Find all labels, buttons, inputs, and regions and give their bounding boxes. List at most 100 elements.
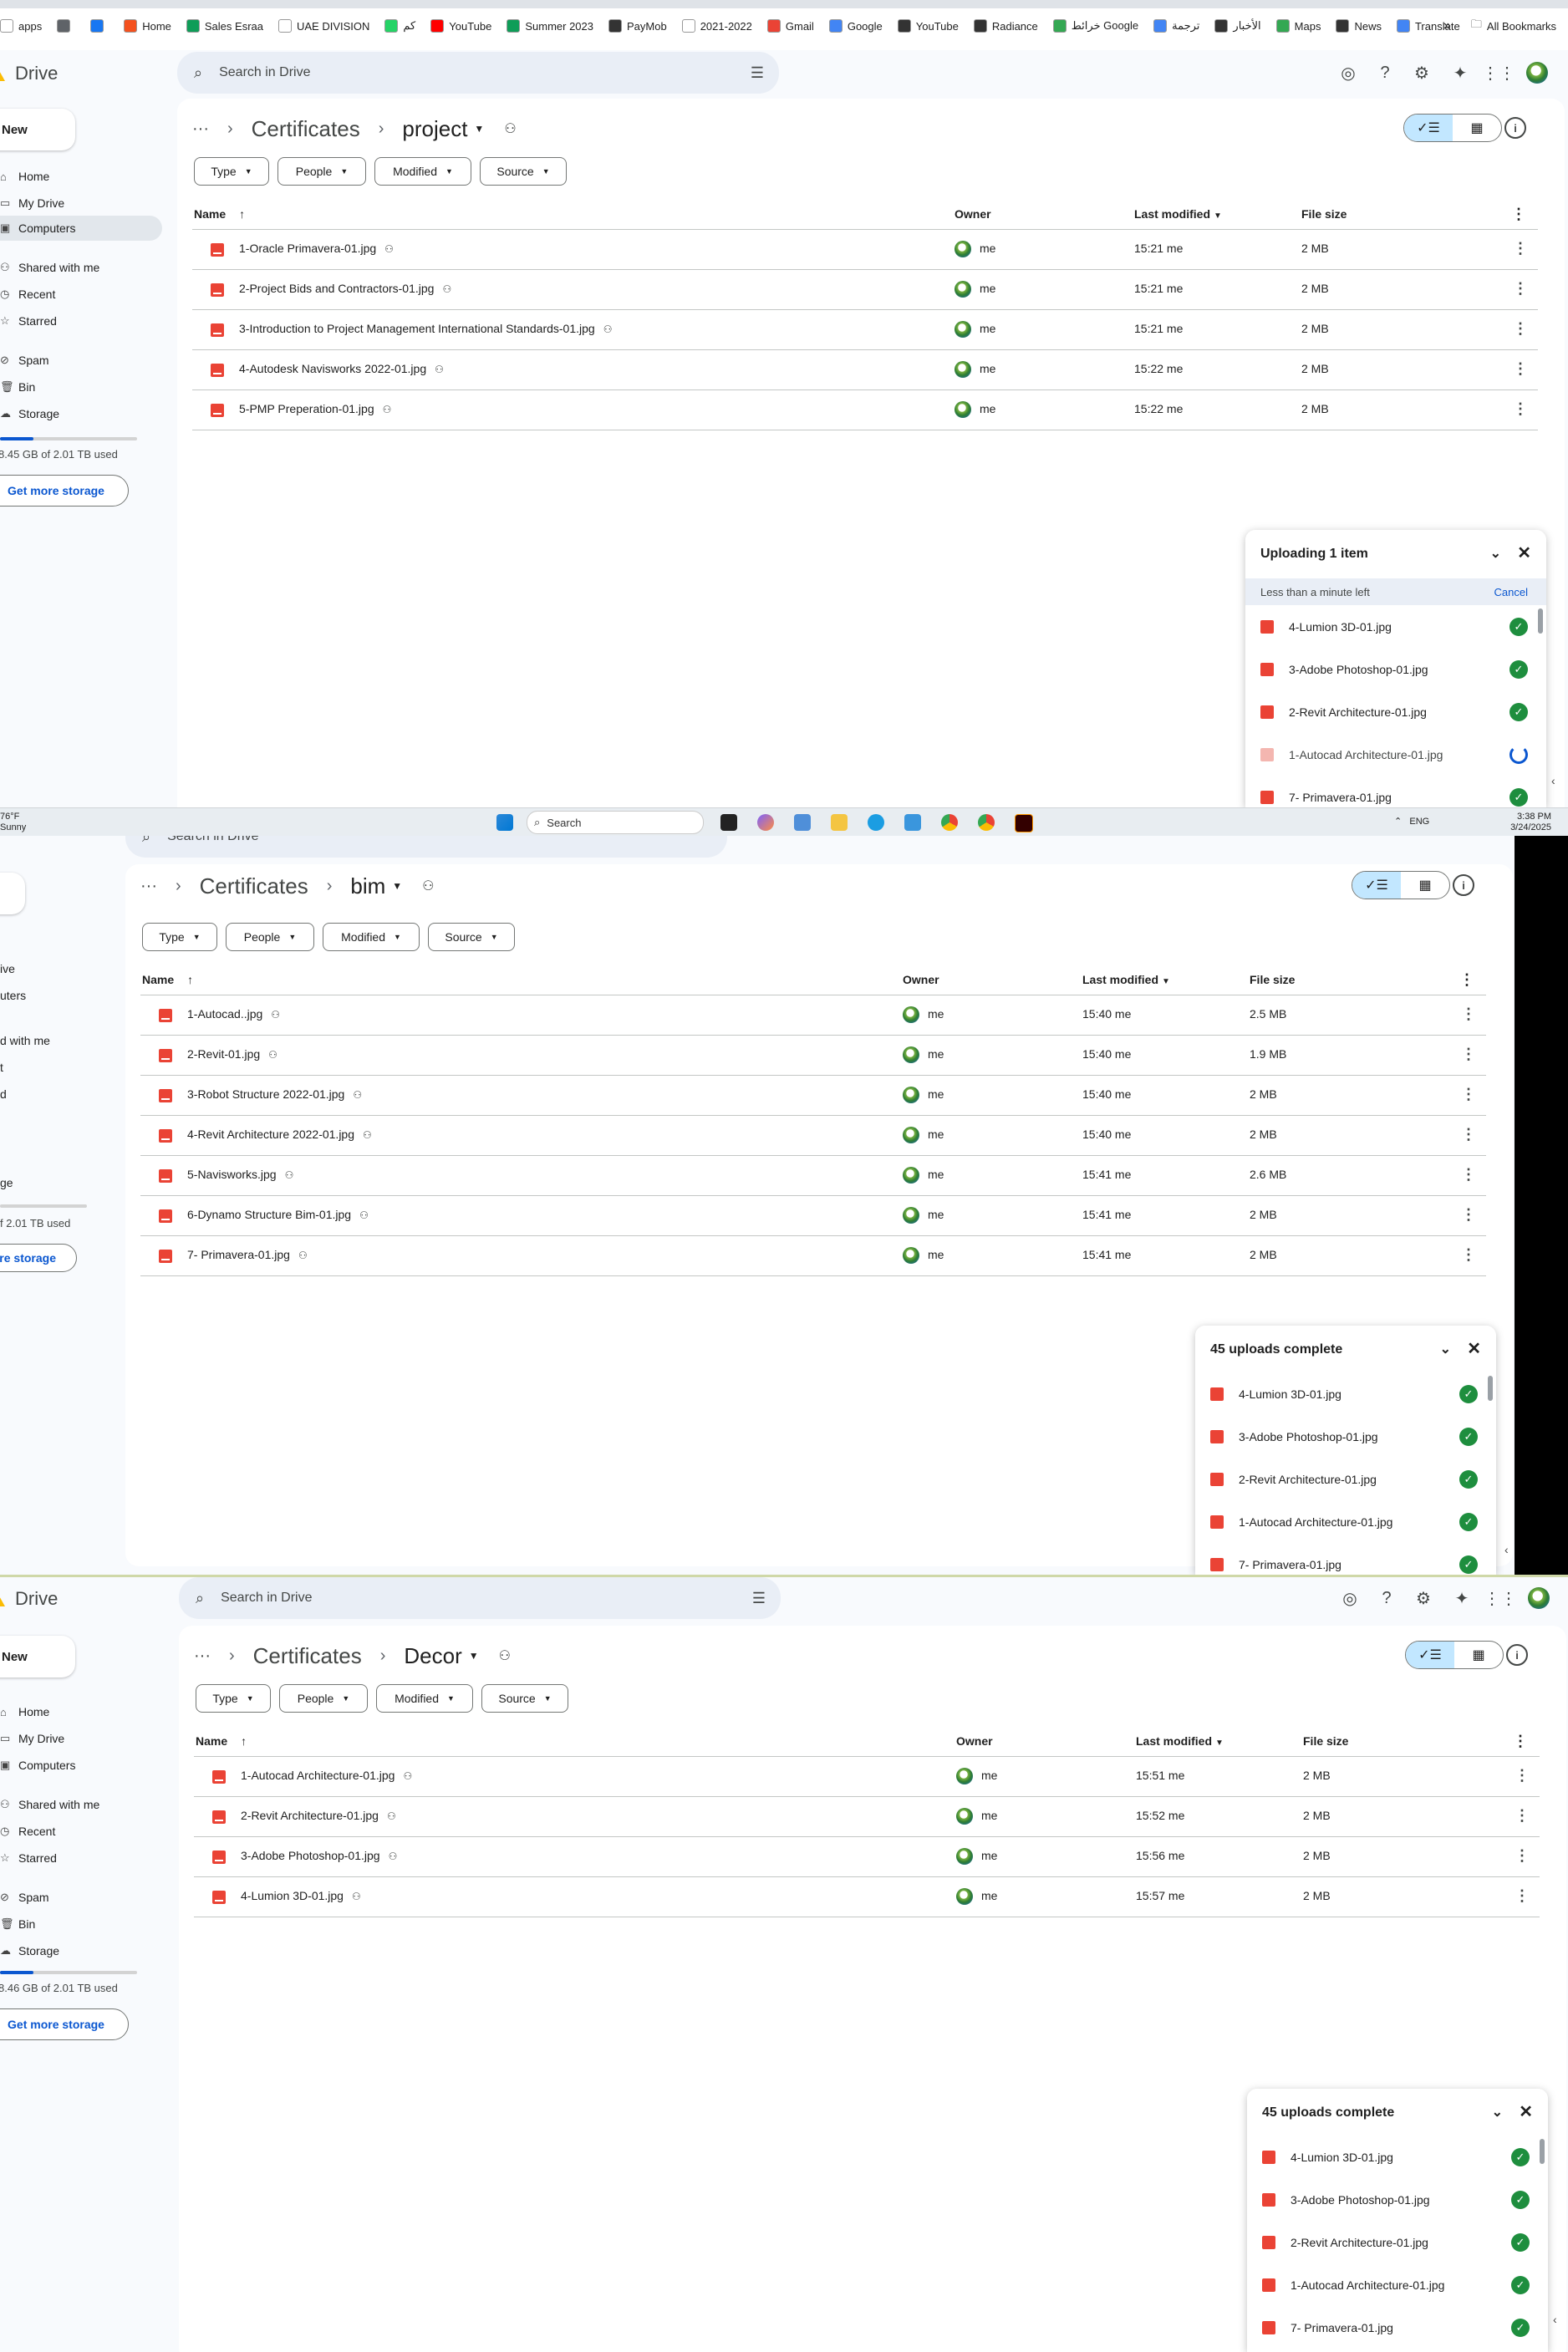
filter-chip-people[interactable]: People ▼ [277, 157, 366, 186]
file-name[interactable]: 3-Adobe Photoshop-01.jpg ⚇ [241, 1849, 397, 1862]
upload-item[interactable]: 4-Lumion 3D-01.jpg ✓ [1195, 1372, 1496, 1415]
bookmark-item[interactable]: Google [828, 19, 883, 33]
breadcrumb-more[interactable]: ··· [140, 877, 157, 896]
filter-chip-type[interactable]: Type ▼ [142, 923, 217, 951]
side-panel-toggle-icon[interactable]: ‹ [1553, 2313, 1557, 2326]
bookmark-item[interactable]: خرائط Google [1052, 19, 1138, 33]
filter-chip-type[interactable]: Type ▼ [196, 1684, 271, 1713]
upload-item[interactable]: 2-Revit Architecture-01.jpg ✓ [1195, 1458, 1496, 1500]
close-icon[interactable]: ✕ [1517, 542, 1531, 563]
col-size-header[interactable]: File size [1303, 1734, 1348, 1748]
table-row[interactable]: 1-Autocad Architecture-01.jpg ⚇ me 15:51 me… [194, 1756, 1540, 1796]
col-name-header[interactable]: Name ↑ [142, 973, 193, 986]
notepad-icon[interactable] [904, 814, 921, 831]
upload-item[interactable]: 7- Primavera-01.jpg ✓ [1245, 776, 1546, 807]
more-actions-icon[interactable]: ⋮ [1461, 1086, 1476, 1103]
upload-item[interactable]: 4-Lumion 3D-01.jpg ✓ [1247, 2136, 1548, 2178]
bookmark-item[interactable]: Sales Esraa [186, 19, 263, 33]
bookmark-item[interactable]: apps [0, 19, 42, 33]
close-icon[interactable]: ✕ [1467, 1338, 1481, 1359]
file-name[interactable]: 6-Dynamo Structure Bim-01.jpg ⚇ [187, 1208, 369, 1221]
bookmark-item[interactable]: YouTube [430, 19, 491, 33]
breadcrumb-root[interactable]: Certificates [200, 873, 308, 899]
account-avatar[interactable] [1528, 1587, 1550, 1609]
upload-item[interactable]: 2-Revit Architecture-01.jpg ✓ [1247, 2221, 1548, 2263]
ready-offline-icon[interactable]: ◎ [1339, 1587, 1361, 1609]
new-button[interactable] [0, 873, 25, 914]
file-name[interactable]: 1-Autocad Architecture-01.jpg ⚇ [241, 1769, 412, 1782]
file-name[interactable]: 5-PMP Preperation-01.jpg ⚇ [239, 402, 391, 415]
sidebar-item[interactable]: ☁ Storage [0, 401, 162, 426]
breadcrumb-current-folder[interactable]: Decor ▼ [404, 1643, 478, 1669]
file-name[interactable]: 2-Revit Architecture-01.jpg ⚇ [241, 1809, 396, 1822]
filter-chip-modified[interactable]: Modified ▼ [323, 923, 420, 951]
table-row[interactable]: 3-Adobe Photoshop-01.jpg ⚇ me 15:56 me 2 MB ⋮ [194, 1836, 1540, 1876]
apps-grid-icon[interactable]: ⋮⋮ [1482, 62, 1515, 84]
filter-chip-type[interactable]: Type ▼ [194, 157, 269, 186]
sidebar-item[interactable]: ◷ Recent [0, 1819, 162, 1844]
sidebar-item[interactable]: ▣ Computers [0, 216, 162, 241]
edge-browser-icon[interactable] [868, 814, 884, 831]
col-modified-header[interactable]: Last modified ▼ [1082, 973, 1170, 986]
file-name[interactable]: 1-Autocad..jpg ⚇ [187, 1007, 280, 1021]
breadcrumb-current-folder[interactable]: project ▼ [402, 116, 484, 142]
sidebar-item[interactable]: ☆ Starred [0, 308, 162, 333]
breadcrumb-current-folder[interactable]: bim ▼ [350, 873, 402, 899]
bookmark-item[interactable]: كم [384, 19, 415, 33]
table-row[interactable]: 4-Lumion 3D-01.jpg ⚇ me 15:57 me 2 MB ⋮ [194, 1876, 1540, 1917]
upload-item[interactable]: 7- Primavera-01.jpg ✓ [1195, 1543, 1496, 1575]
filter-chip-source[interactable]: Source ▼ [428, 923, 515, 951]
sidebar-item[interactable]: ⚇ Shared with me [0, 1792, 162, 1817]
bookmark-item[interactable]: News [1336, 19, 1382, 33]
table-row[interactable]: 2-Revit Architecture-01.jpg ⚇ me 15:52 me 2 … [194, 1796, 1540, 1836]
collapse-chevron-icon[interactable]: ⌄ [1492, 2104, 1503, 2120]
cancel-upload-button[interactable]: Cancel [1494, 586, 1528, 598]
chrome-icon[interactable] [941, 814, 958, 831]
side-panel-toggle-icon[interactable]: ‹ [1504, 1543, 1509, 1556]
details-info-icon[interactable]: i [1506, 1644, 1528, 1666]
file-name[interactable]: 1-Oracle Primavera-01.jpg ⚇ [239, 242, 394, 255]
get-more-storage-button[interactable]: Get more storage [0, 475, 129, 507]
illustrator-icon[interactable] [1015, 814, 1033, 832]
more-actions-icon[interactable]: ⋮ [1461, 1206, 1476, 1224]
more-actions-icon[interactable]: ⋮ [1515, 1887, 1530, 1905]
file-name[interactable]: 3-Robot Structure 2022-01.jpg ⚇ [187, 1087, 362, 1101]
collapse-chevron-icon[interactable]: ⌄ [1490, 545, 1501, 562]
search-input[interactable]: Search in Drive [221, 1591, 312, 1606]
bookmark-item[interactable]: YouTube [897, 19, 959, 33]
table-row[interactable]: 3-Robot Structure 2022-01.jpg ⚇ me 15:40 me… [140, 1075, 1486, 1115]
gemini-spark-icon[interactable]: ✦ [1449, 62, 1471, 84]
more-actions-icon[interactable]: ⋮ [1515, 1807, 1530, 1825]
more-actions-icon[interactable]: ⋮ [1513, 280, 1528, 298]
account-avatar[interactable] [1526, 62, 1548, 84]
file-name[interactable]: 7- Primavera-01.jpg ⚇ [187, 1248, 308, 1261]
breadcrumb-more[interactable]: ··· [194, 1647, 211, 1666]
sidebar-item[interactable]: ⊘ Spam [0, 1885, 162, 1910]
weather-widget[interactable]: 76°F Sunny [0, 812, 26, 833]
bookmark-item[interactable]: Home [124, 19, 171, 33]
grid-view-button[interactable]: ▦ [1401, 872, 1449, 899]
sidebar-item[interactable]: ☁ Storage [0, 1938, 162, 1963]
column-options-icon[interactable]: ⋮ [1511, 206, 1526, 223]
all-bookmarks-button[interactable]: All Bookmarks [1487, 20, 1556, 33]
file-name[interactable]: 4-Autodesk Navisworks 2022-01.jpg ⚇ [239, 362, 444, 375]
upload-item[interactable]: 1-Autocad Architecture-01.jpg ✓ [1195, 1500, 1496, 1543]
sidebar-item[interactable]: ▭ My Drive [0, 1726, 162, 1751]
system-tray[interactable]: ⌃ ENG [1394, 817, 1461, 827]
grid-view-button[interactable]: ▦ [1453, 115, 1501, 141]
settings-gear-icon[interactable]: ⚙ [1413, 1587, 1434, 1609]
file-explorer-icon[interactable] [831, 814, 848, 831]
file-name[interactable]: 4-Lumion 3D-01.jpg ⚇ [241, 1889, 361, 1902]
search-input[interactable]: Search in Drive [219, 65, 310, 80]
search-bar[interactable]: ⌕ Search in Drive [125, 836, 727, 858]
more-actions-icon[interactable]: ⋮ [1461, 1005, 1476, 1023]
bookmark-item[interactable]: Summer 2023 [507, 19, 593, 33]
search-options-icon[interactable]: ☰ [752, 1590, 766, 1607]
more-actions-icon[interactable]: ⋮ [1513, 240, 1528, 257]
table-row[interactable]: 6-Dynamo Structure Bim-01.jpg ⚇ me 15:41 me… [140, 1195, 1486, 1235]
filter-chip-people[interactable]: People ▼ [279, 1684, 368, 1713]
upload-item[interactable]: 3-Adobe Photoshop-01.jpg ✓ [1245, 648, 1546, 690]
table-row[interactable]: 3-Introduction to Project Management Int… [192, 309, 1538, 349]
sidebar-item[interactable]: ⌂ Home [0, 164, 162, 189]
more-actions-icon[interactable]: ⋮ [1461, 1166, 1476, 1184]
